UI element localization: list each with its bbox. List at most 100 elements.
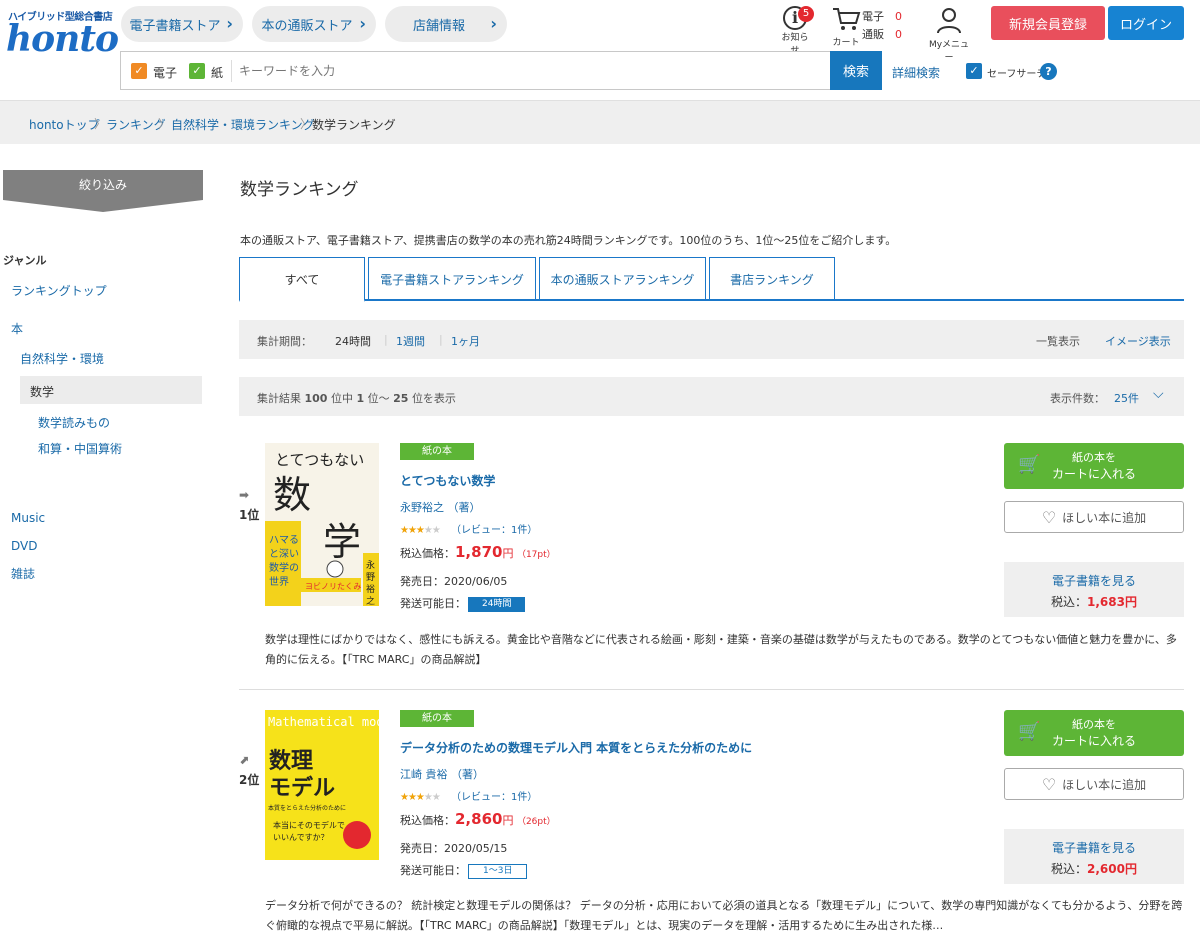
- svg-text:と深い: と深い: [269, 548, 299, 560]
- view-list[interactable]: 一覧表示: [1036, 333, 1080, 349]
- notice-button[interactable]: i 5 お知らせ: [778, 6, 814, 56]
- book-cover[interactable]: とてつもない 数 学 ハマる と深い 数学の 世界 ヨビノリたくみ 永 野 裕 …: [265, 443, 379, 606]
- result-from: 1: [356, 392, 365, 405]
- breadcrumb-separator: 〉: [94, 117, 107, 131]
- result-to: 25: [393, 392, 409, 405]
- page-title: 数学ランキング: [240, 180, 359, 200]
- logo-text: honto: [6, 18, 119, 60]
- genre-title: ジャンル: [3, 254, 47, 267]
- heart-icon: ♡: [1041, 507, 1057, 527]
- rank-label: 1位: [239, 508, 260, 522]
- register-button[interactable]: 新規会員登録: [991, 6, 1105, 40]
- ebook-price-row: 税込：1,683円: [1004, 593, 1184, 610]
- sidebar-item-math-reading[interactable]: 数学読みもの: [38, 414, 110, 431]
- period-24h[interactable]: 24時間: [335, 333, 371, 349]
- sidebar-item-ranking-top[interactable]: ランキングトップ: [11, 282, 107, 299]
- filter-header: 絞り込み: [3, 170, 203, 212]
- result-summary: 集計結果 100 位中 1 位～ 25 位を表示: [257, 390, 456, 406]
- svg-text:野: 野: [366, 572, 375, 583]
- ship-badge: 1～3日: [468, 863, 528, 879]
- svg-text:いいんですか？: いいんですか？: [273, 833, 329, 842]
- rank-indicator: ⬈ 2位: [239, 753, 259, 788]
- sidebar-item-dvd[interactable]: DVD: [11, 539, 37, 553]
- period-separator: |: [384, 333, 388, 346]
- nav-shop-info-label: 店舗情報: [412, 18, 465, 34]
- book-description: 数学は理性にばかりではなく、感性にも訴える。黄金比や音階などに代表される絵画・彫…: [265, 633, 1177, 666]
- format-tag: 紙の本: [400, 443, 474, 460]
- review-link[interactable]: （レビュー：1件）: [451, 525, 537, 536]
- author-link[interactable]: 江崎 貴裕 （著）: [400, 766, 484, 782]
- breadcrumb-ranking[interactable]: ランキング: [106, 116, 166, 133]
- period-bar: 集計期間： 24時間 | 1週間 | 1ヶ月 一覧表示 イメージ表示: [239, 320, 1184, 359]
- breadcrumb-natural-science[interactable]: 自然科学・環境ランキング: [171, 116, 315, 133]
- review-link[interactable]: （レビュー：1件）: [451, 792, 537, 803]
- sidebar-item-wasan[interactable]: 和算・中国算術: [38, 440, 122, 457]
- nav-ebook-store[interactable]: 電子書籍ストア ›: [121, 6, 243, 42]
- add-to-cart-button[interactable]: 🛒 紙の本を カートに入れる: [1004, 443, 1184, 489]
- chevron-right-icon: ›: [490, 14, 497, 33]
- cart-counts[interactable]: 電子 0 通販 0: [862, 8, 902, 44]
- ebook-link[interactable]: 電子書籍を見る: [1004, 839, 1184, 856]
- cart-ebook-count: 0: [895, 10, 902, 23]
- ebook-link[interactable]: 電子書籍を見る: [1004, 572, 1184, 589]
- book-title-link[interactable]: とてつもない数学: [400, 472, 495, 489]
- login-button[interactable]: ログイン: [1108, 6, 1184, 40]
- author-link[interactable]: 永野裕之 （著）: [400, 499, 481, 515]
- svg-text:数学の: 数学の: [269, 561, 299, 574]
- price-points: （26pt）: [516, 817, 556, 827]
- tab-all[interactable]: すべて: [239, 257, 365, 302]
- ship-label: 発送可能日：: [400, 864, 466, 877]
- view-image[interactable]: イメージ表示: [1105, 333, 1171, 349]
- cover-title-text: とてつもない: [275, 451, 364, 469]
- period-1week[interactable]: 1週間: [396, 333, 425, 349]
- cart-button[interactable]: カート: [828, 6, 864, 48]
- release-date: 発売日：2020/06/05: [400, 575, 508, 588]
- wishlist-label: ほしい本に追加: [1062, 777, 1147, 792]
- advanced-search-link[interactable]: 詳細検索: [892, 64, 940, 81]
- nav-ebook-store-label: 電子書籍ストア: [129, 18, 221, 34]
- ship-label: 発送可能日：: [400, 597, 466, 610]
- cart-icon: 🛒: [1018, 454, 1041, 475]
- sidebar-item-math[interactable]: 数学: [30, 383, 54, 400]
- safe-search-toggle[interactable]: ✓ セーフサーチ ?: [966, 62, 1066, 82]
- book-title-link[interactable]: データ分析のための数理モデル入門 本質をとらえた分析のために: [400, 739, 752, 756]
- tab-store-ranking[interactable]: 書店ランキング: [709, 257, 835, 300]
- price-points: （17pt）: [516, 550, 556, 560]
- sidebar-item-music[interactable]: Music: [11, 511, 45, 525]
- tab-paper-ranking[interactable]: 本の通販ストアランキング: [539, 257, 706, 300]
- honto-logo[interactable]: ハイブリッド型総合書店 honto: [4, 4, 119, 64]
- ebook-box: 電子書籍を見る 税込：2,600円: [1004, 829, 1184, 884]
- page-description: 本の通販ストア、電子書籍ストア、提携書店の数学の本の売れ筋24時間ランキングです…: [240, 234, 897, 247]
- result-bar: 集計結果 100 位中 1 位～ 25 位を表示 表示件数： 25件 ⌵: [239, 377, 1184, 416]
- svg-text:モデル: モデル: [269, 775, 335, 801]
- search-input[interactable]: [239, 58, 825, 84]
- paper-checkbox[interactable]: ✓: [189, 63, 205, 79]
- safe-search-checkbox[interactable]: ✓: [966, 63, 982, 79]
- breadcrumb-home[interactable]: hontoトップ: [29, 116, 100, 133]
- search-button[interactable]: 検索: [830, 51, 882, 90]
- per-page-label: 表示件数：: [1050, 392, 1105, 405]
- sidebar-item-magazine[interactable]: 雑誌: [11, 565, 35, 582]
- nav-shop-info[interactable]: 店舗情報 ›: [385, 6, 507, 42]
- price-unit: 円: [502, 814, 514, 827]
- add-to-wishlist-button[interactable]: ♡ ほしい本に追加: [1004, 501, 1184, 533]
- svg-text:本質をとらえた分析のために: 本質をとらえた分析のために: [268, 804, 346, 812]
- star-rating-icon: ★★★★★: [400, 792, 441, 803]
- ebook-checkbox[interactable]: ✓: [131, 63, 147, 79]
- price-value: 2,860: [455, 810, 503, 828]
- help-icon[interactable]: ?: [1040, 63, 1057, 80]
- sidebar-item-natural-science[interactable]: 自然科学・環境: [20, 350, 104, 367]
- add-to-cart-button[interactable]: 🛒 紙の本を カートに入れる: [1004, 710, 1184, 756]
- period-1month[interactable]: 1ヶ月: [451, 333, 480, 349]
- format-tag: 紙の本: [400, 710, 474, 727]
- per-page-value[interactable]: 25件: [1114, 390, 1139, 406]
- nav-paper-store[interactable]: 本の通販ストア ›: [252, 6, 376, 42]
- chevron-down-icon[interactable]: ⌵: [1153, 386, 1164, 402]
- tab-ebook-ranking[interactable]: 電子書籍ストアランキング: [368, 257, 536, 300]
- add-to-wishlist-button[interactable]: ♡ ほしい本に追加: [1004, 768, 1184, 800]
- sidebar-item-book[interactable]: 本: [11, 320, 23, 337]
- mymenu-button[interactable]: Myメニュー: [926, 6, 972, 63]
- rank-flat-arrow-icon: ➡: [239, 488, 250, 502]
- wishlist-label: ほしい本に追加: [1062, 510, 1147, 525]
- book-cover[interactable]: Mathematical model 数理 モデル 本質をとらえた分析のために …: [265, 710, 379, 873]
